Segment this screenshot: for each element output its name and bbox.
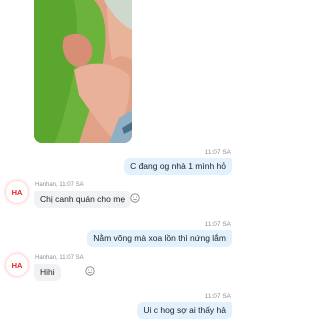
incoming-message[interactable]: Hihi <box>34 264 61 281</box>
smiley-icon[interactable] <box>85 266 95 276</box>
message-image[interactable] <box>34 0 132 143</box>
sender-meta: Hanhan, 11:07 SA <box>35 182 84 188</box>
smiley-icon[interactable] <box>130 193 140 203</box>
outgoing-message[interactable]: Nằm võng mà xoa lồn thì nứng lắm <box>87 230 232 247</box>
message-time: 11:07 SA <box>204 221 231 228</box>
outgoing-message[interactable]: Ui c hog sợ ai thấy hả <box>137 302 232 319</box>
outgoing-message[interactable]: C đang og nhà 1 mình hỏ <box>124 158 232 175</box>
avatar-initials: HA <box>11 187 23 197</box>
photo-thumbnail <box>34 0 132 143</box>
sender-name: Hanhan <box>35 182 57 188</box>
message-time: 11:07 SA <box>204 149 231 156</box>
sender-time: 11:07 SA <box>59 182 84 188</box>
sender-meta: Hanhan, 11:07 SA <box>35 255 84 261</box>
avatar-initials: HA <box>11 260 23 270</box>
avatar[interactable]: HA <box>5 253 29 277</box>
incoming-message[interactable]: Chị canh quán cho mẹ <box>34 191 132 208</box>
sender-time: 11:07 SA <box>59 255 84 261</box>
sender-name: Hanhan <box>35 255 57 261</box>
message-time: 11:07 SA <box>204 293 231 300</box>
avatar[interactable]: HA <box>5 180 29 204</box>
